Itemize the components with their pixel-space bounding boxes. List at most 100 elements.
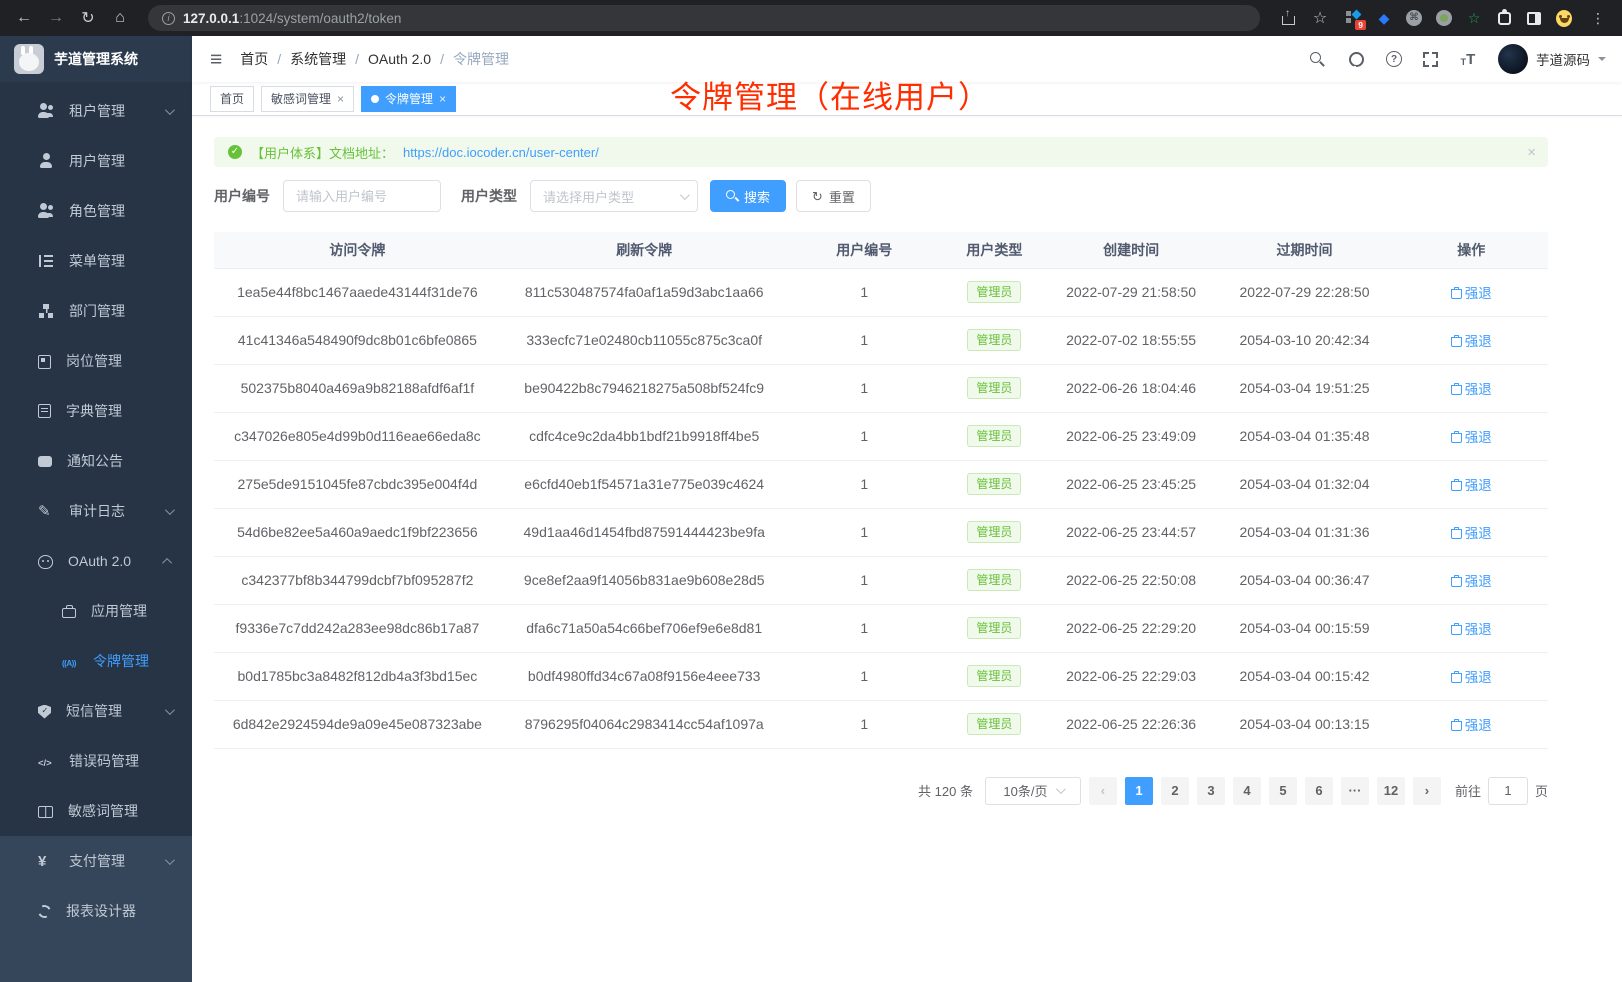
next-page-button[interactable]: › <box>1413 777 1441 805</box>
sidebar-item-label: 部门管理 <box>69 301 176 321</box>
column-header: 用户编号 <box>788 232 941 268</box>
page-suffix-label: 页 <box>1535 781 1548 800</box>
reset-button[interactable]: ↻ 重置 <box>796 180 871 212</box>
address-bar[interactable]: i 127.0.0.1:1024/system/oauth2/token <box>148 5 1260 31</box>
sidebar-item[interactable]: 令牌管理 <box>0 636 192 686</box>
page-number-button[interactable]: 1 <box>1125 777 1153 805</box>
sidebar-item[interactable]: 敏感词管理 <box>0 786 192 836</box>
page-info-icon[interactable]: i <box>162 12 175 25</box>
help-icon[interactable]: ? <box>1386 51 1402 67</box>
extension-recorder-icon[interactable] <box>1436 10 1452 26</box>
extension-squares-icon[interactable]: 9 <box>1346 10 1362 26</box>
extension-star-icon[interactable]: ☆ <box>1466 10 1482 26</box>
sidebar-collapse-icon[interactable]: ≡ <box>210 49 222 70</box>
goto-page-input[interactable] <box>1488 777 1528 805</box>
force-logout-button[interactable]: 强退 <box>1451 666 1492 686</box>
page-number-button[interactable]: 12 <box>1377 777 1405 805</box>
sidebar-item[interactable]: 用户管理 <box>0 136 192 186</box>
view-tab[interactable]: 首页 <box>210 86 254 112</box>
page-number-button[interactable]: ··· <box>1341 777 1369 805</box>
home-icon[interactable]: ⌂ <box>106 4 134 32</box>
sidebar-item[interactable]: 应用管理 <box>0 586 192 636</box>
user-id-input[interactable] <box>283 180 441 212</box>
app-logo-row[interactable]: 芋道管理系统 <box>0 36 192 82</box>
search-button[interactable]: 搜索 <box>710 180 786 212</box>
sidebar-item[interactable]: 通知公告 <box>0 436 192 486</box>
split-view-icon[interactable] <box>1526 10 1542 26</box>
sidebar-item[interactable]: 报表设计器 <box>0 886 192 936</box>
profile-emoji-avatar[interactable] <box>1556 10 1572 26</box>
user-menu[interactable]: 芋道源码 <box>1498 44 1606 74</box>
search-icon[interactable] <box>1308 50 1326 68</box>
page-number-button[interactable]: 3 <box>1197 777 1225 805</box>
force-logout-button[interactable]: 强退 <box>1451 618 1492 638</box>
bookmark-star-icon[interactable]: ☆ <box>1306 4 1334 32</box>
sidebar-item-label: 租户管理 <box>69 101 150 121</box>
user-id-cell: 1 <box>788 556 941 604</box>
sidebar-item[interactable]: 角色管理 <box>0 186 192 236</box>
extensions-puzzle-icon[interactable] <box>1496 10 1512 26</box>
sidebar-item[interactable]: 岗位管理 <box>0 336 192 386</box>
page-number-button[interactable]: 6 <box>1305 777 1333 805</box>
page-size-select[interactable]: 10条/页 <box>985 777 1081 805</box>
view-tab[interactable]: 令牌管理 × <box>361 86 456 112</box>
page-number-button[interactable]: 2 <box>1161 777 1189 805</box>
force-logout-button[interactable]: 强退 <box>1451 522 1492 542</box>
doc-link[interactable]: https://doc.iocoder.cn/user-center/ <box>403 145 599 160</box>
column-header: 刷新令牌 <box>501 232 788 268</box>
fullscreen-icon[interactable] <box>1423 52 1438 67</box>
user-id-label: 用户编号 <box>214 186 270 206</box>
extension-gem-icon[interactable]: ◆ <box>1376 10 1392 26</box>
prev-page-button[interactable]: ‹ <box>1089 777 1117 805</box>
table-row: 6d842e2924594de9a09e45e087323abe 8796295… <box>214 700 1548 748</box>
sidebar-item-label: OAuth 2.0 <box>68 553 150 569</box>
force-logout-button[interactable]: 强退 <box>1451 474 1492 494</box>
forward-icon[interactable]: → <box>42 4 70 32</box>
column-header: 用户类型 <box>941 232 1048 268</box>
close-tab-icon[interactable]: × <box>439 93 446 105</box>
sidebar-item[interactable]: 支付管理 <box>0 836 192 886</box>
action-cell: 强退 <box>1395 652 1548 700</box>
refresh-token-cell: cdfc4ce9c2da4bb1bdf21b9918ff4be5 <box>501 412 788 460</box>
page-number-button[interactable]: 4 <box>1233 777 1261 805</box>
close-tab-icon[interactable]: × <box>337 93 344 105</box>
trash-icon <box>1451 527 1461 538</box>
breadcrumb-item[interactable]: 首页 <box>240 49 268 69</box>
sidebar-item[interactable]: 菜单管理 <box>0 236 192 286</box>
font-size-icon[interactable] <box>1459 50 1477 68</box>
share-icon[interactable] <box>1274 4 1302 32</box>
force-logout-button[interactable]: 强退 <box>1451 714 1492 734</box>
breadcrumb-item[interactable]: OAuth 2.0 <box>346 51 431 67</box>
sidebar-item[interactable]: 短信管理 <box>0 686 192 736</box>
breadcrumb-item[interactable]: 令牌管理 <box>431 49 509 69</box>
role-icon <box>38 203 54 219</box>
browser-menu-icon[interactable]: ⋮ <box>1584 4 1612 32</box>
user-id-cell: 1 <box>788 412 941 460</box>
user-id-cell: 1 <box>788 316 941 364</box>
force-logout-button[interactable]: 强退 <box>1451 426 1492 446</box>
chevron-icon <box>165 705 175 715</box>
back-icon[interactable]: ← <box>10 4 38 32</box>
sidebar-item-label: 岗位管理 <box>66 351 176 371</box>
sidebar-item[interactable]: 字典管理 <box>0 386 192 436</box>
view-tab[interactable]: 敏感词管理 × <box>261 86 354 112</box>
trash-icon <box>1451 335 1461 346</box>
force-logout-button[interactable]: 强退 <box>1451 570 1492 590</box>
breadcrumb-item[interactable]: 系统管理 <box>268 49 346 69</box>
sidebar-item[interactable]: 错误码管理 <box>0 736 192 786</box>
force-logout-button[interactable]: 强退 <box>1451 282 1492 302</box>
reload-icon[interactable]: ↻ <box>74 4 102 32</box>
force-logout-button[interactable]: 强退 <box>1451 330 1492 350</box>
page-number-button[interactable]: 5 <box>1269 777 1297 805</box>
sidebar-item[interactable]: 审计日志 <box>0 486 192 536</box>
force-logout-button[interactable]: 强退 <box>1451 378 1492 398</box>
access-token-cell: 275e5de9151045fe87cbdc395e004f4d <box>214 460 501 508</box>
github-icon[interactable] <box>1347 50 1365 68</box>
user-type-cell: 管理员 <box>941 652 1048 700</box>
sidebar-item[interactable]: 租户管理 <box>0 86 192 136</box>
extension-command-icon[interactable]: ⌘ <box>1406 10 1422 26</box>
sidebar-item[interactable]: 部门管理 <box>0 286 192 336</box>
user-type-select[interactable]: 请选择用户类型 <box>530 180 698 212</box>
alert-close-icon[interactable]: × <box>1527 144 1536 161</box>
sidebar-item[interactable]: OAuth 2.0 <box>0 536 192 586</box>
